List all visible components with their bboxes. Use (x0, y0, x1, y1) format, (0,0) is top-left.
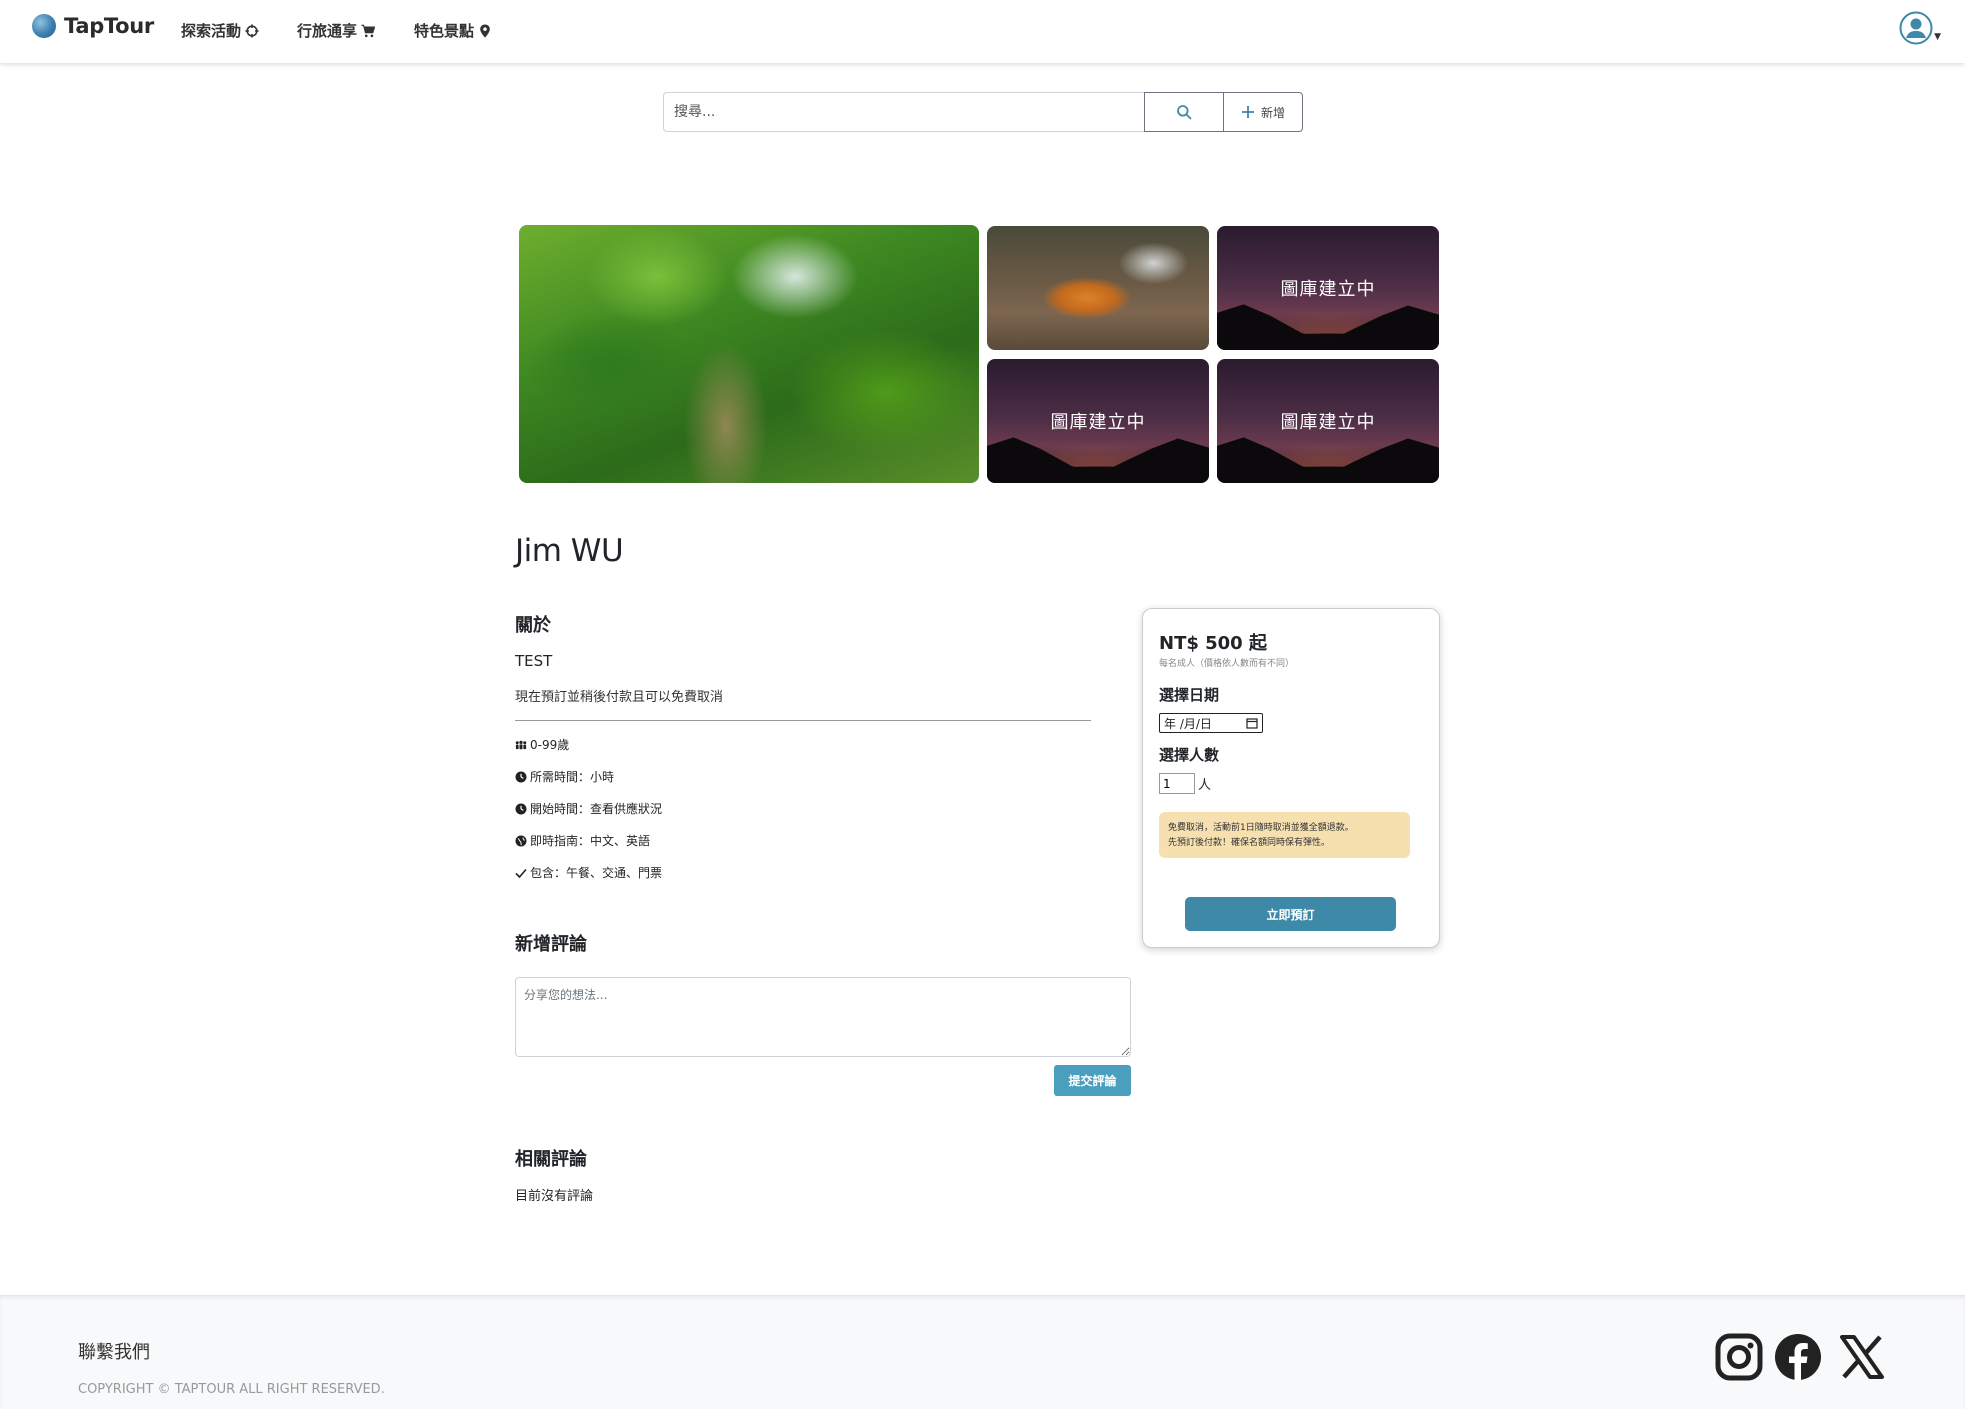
gallery-main-photo[interactable] (519, 225, 979, 483)
submit-review-button[interactable]: 提交評論 (1054, 1065, 1131, 1096)
date-picker[interactable]: 年 /月/日 (1159, 713, 1263, 733)
booking-card: NT$ 500 起 每名成人（價格依人數而有不同） 選擇日期 年 /月/日 選擇… (1142, 608, 1440, 948)
add-review-heading: 新增評論 (515, 934, 587, 955)
cart-icon (361, 24, 376, 37)
gallery-photo-tiger[interactable] (987, 226, 1209, 350)
nav-item-label: 探索活動 (181, 22, 242, 40)
nav-item-explore[interactable]: 探索活動 (181, 20, 259, 41)
check-icon (515, 868, 527, 878)
cancellation-notice: 免費取消，活動前1日隨時取消並獲全額退款。 先預訂後付款！確保名額同時保有彈性。 (1159, 812, 1410, 858)
reviews-heading: 相關評論 (515, 1149, 587, 1170)
x-link[interactable] (1838, 1333, 1886, 1385)
globe-icon (515, 835, 527, 846)
people-icon (515, 740, 527, 749)
x-icon (1840, 1335, 1884, 1379)
info-included: 包含：午餐、交通、門票 (515, 864, 662, 881)
footer-title: 聯繫我們 (78, 1342, 150, 1363)
notice-line: 免費取消，活動前1日隨時取消並獲全額退款。 (1168, 823, 1354, 833)
map-pin-icon (480, 23, 490, 38)
info-start-time: 開始時間：查看供應狀況 (515, 800, 662, 817)
clock-icon (515, 771, 527, 782)
globe-logo-icon (32, 14, 56, 38)
instagram-link[interactable] (1715, 1333, 1763, 1385)
nav-item-travel-pass[interactable]: 行旅通享 (297, 20, 376, 41)
book-now-button[interactable]: 立即預訂 (1185, 897, 1396, 931)
search-button[interactable] (1144, 92, 1225, 132)
about-text: TEST (515, 652, 553, 670)
date-label: 選擇日期 (1159, 686, 1220, 704)
plus-icon (1242, 106, 1255, 118)
nav-item-attractions[interactable]: 特色景點 (414, 20, 492, 41)
info-guide-language: 即時指南：中文、英語 (515, 832, 650, 849)
search-input[interactable] (663, 92, 1145, 132)
gallery-placeholder-label: 圖庫建立中 (1050, 412, 1146, 433)
copyright: COPYRIGHT © TAPTOUR ALL RIGHT RESERVED. (78, 1382, 385, 1397)
footer: 聯繫我們 COPYRIGHT © TAPTOUR ALL RIGHT RESER… (0, 1295, 1965, 1409)
instagram-icon (1715, 1333, 1763, 1381)
search-bar: 新增 (663, 92, 1303, 132)
gallery-placeholder[interactable]: 圖庫建立中 (987, 359, 1209, 483)
user-circle-icon (1899, 11, 1933, 45)
clock-icon (515, 803, 527, 814)
gallery-placeholder-label: 圖庫建立中 (1280, 412, 1376, 433)
price: NT$ 500 起 (1159, 633, 1267, 654)
about-note: 現在預訂並稍後付款且可以免費取消 (515, 690, 724, 705)
nav-item-label: 特色景點 (414, 22, 475, 40)
about-heading: 關於 (515, 615, 551, 636)
top-navbar: TapTour 探索活動 行旅通享 特色景點 ▼ (0, 0, 1965, 63)
info-duration: 所需時間：小時 (515, 768, 614, 785)
chevron-down-icon: ▼ (1934, 32, 1941, 42)
people-unit: 人 (1198, 778, 1212, 793)
user-menu-button[interactable]: ▼ (1899, 11, 1941, 45)
facebook-link[interactable] (1774, 1333, 1822, 1385)
date-value: 年 /月/日 (1164, 716, 1212, 731)
nav-item-label: 行旅通享 (297, 22, 358, 40)
info-text: 包含：午餐、交通、門票 (530, 866, 663, 880)
info-age: 0-99歲 (515, 736, 569, 753)
gallery-placeholder[interactable]: 圖庫建立中 (1217, 359, 1439, 483)
add-button[interactable]: 新增 (1224, 92, 1303, 132)
people-label: 選擇人數 (1159, 746, 1220, 764)
price-note: 每名成人（價格依人數而有不同） (1159, 659, 1295, 669)
info-text: 所需時間：小時 (530, 770, 615, 784)
facebook-icon (1775, 1334, 1821, 1381)
divider (515, 720, 1091, 721)
info-text: 開始時間：查看供應狀況 (530, 802, 663, 816)
review-textarea[interactable] (515, 977, 1131, 1057)
search-icon (1177, 105, 1192, 120)
no-reviews-text: 目前沒有評論 (515, 1189, 594, 1204)
notice-line: 先預訂後付款！確保名額同時保有彈性。 (1168, 838, 1331, 848)
page-title: Jim WU (515, 533, 624, 569)
people-selector: 人 (1159, 773, 1211, 794)
gallery-placeholder[interactable]: 圖庫建立中 (1217, 226, 1439, 350)
brand-logo[interactable]: TapTour (32, 14, 154, 38)
people-input[interactable] (1159, 773, 1195, 794)
info-text: 即時指南：中文、英語 (530, 834, 651, 848)
calendar-icon (1246, 718, 1258, 729)
brand-name: TapTour (64, 14, 154, 38)
crosshair-icon (245, 23, 259, 38)
gallery-placeholder-label: 圖庫建立中 (1280, 279, 1376, 300)
add-button-label: 新增 (1261, 105, 1286, 120)
info-text: 0-99歲 (530, 738, 570, 752)
